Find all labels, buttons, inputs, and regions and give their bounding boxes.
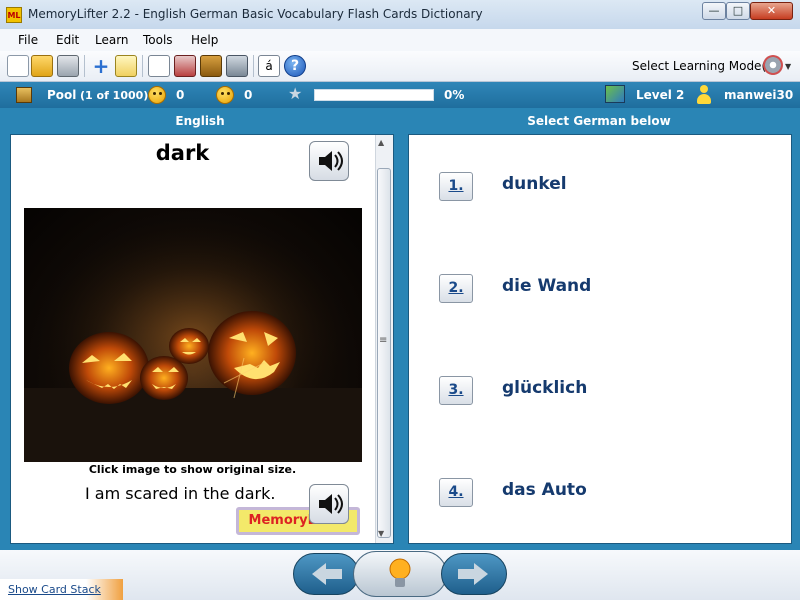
close-button[interactable]: ✕ xyxy=(750,2,793,20)
chevron-down-icon[interactable]: ▼ xyxy=(785,62,791,71)
answer-4-button[interactable]: 4. xyxy=(439,478,473,507)
answer-3-text[interactable]: glücklich xyxy=(502,378,587,398)
show-card-stack-link[interactable]: Show Card Stack xyxy=(8,583,101,596)
learning-mode-label[interactable]: Select Learning Mode(s) xyxy=(632,59,777,73)
smiley-happy-icon xyxy=(148,86,166,104)
minimize-button[interactable]: — xyxy=(702,2,726,20)
wrong-count: 0 xyxy=(244,88,253,102)
sentence-speaker-icon[interactable] xyxy=(309,484,349,524)
answer-4-text[interactable]: das Auto xyxy=(502,480,587,500)
question-word: dark xyxy=(155,141,210,165)
app-icon: ML xyxy=(6,7,22,23)
show-answer-button[interactable] xyxy=(353,551,447,597)
menu-tools[interactable]: Tools xyxy=(143,33,173,47)
pool-count: (1 of 1000) xyxy=(80,89,149,102)
scroll-thumb[interactable] xyxy=(377,168,391,538)
menu-learn[interactable]: Learn xyxy=(95,33,129,47)
answer-3-button[interactable]: 3. xyxy=(439,376,473,405)
example-sentence: I am scared in the dark. xyxy=(85,484,276,503)
open-icon[interactable] xyxy=(31,55,53,77)
answer-2-text[interactable]: die Wand xyxy=(502,276,591,296)
scroll-down-icon[interactable]: ▼ xyxy=(378,529,384,538)
print-icon[interactable] xyxy=(57,55,79,77)
progress-bar xyxy=(314,89,434,101)
toolbar-separator xyxy=(142,55,143,77)
card-image[interactable] xyxy=(24,208,362,462)
menu-edit[interactable]: Edit xyxy=(56,33,79,47)
toolbar-separator xyxy=(84,55,85,77)
user-name: manwei30 xyxy=(724,88,794,102)
scroll-grip-icon: ≡ xyxy=(379,335,388,346)
pool-icon xyxy=(16,87,32,103)
add-icon[interactable]: + xyxy=(90,55,112,77)
level-label: Level 2 xyxy=(636,88,685,102)
answer-2-button[interactable]: 2. xyxy=(439,274,473,303)
answer-1-button[interactable]: 1. xyxy=(439,172,473,201)
menu-file[interactable]: File xyxy=(18,33,38,47)
pool-label: Pool xyxy=(47,88,77,102)
maximize-button[interactable]: □ xyxy=(726,2,750,20)
right-count: 0 xyxy=(176,88,185,102)
level-icon xyxy=(605,85,625,103)
gear-icon[interactable] xyxy=(763,55,783,75)
new-icon[interactable] xyxy=(7,55,29,77)
smiley-sad-icon xyxy=(216,86,234,104)
speaker-icon[interactable] xyxy=(309,141,349,181)
progress-percent: 0% xyxy=(444,88,465,102)
presentation-icon[interactable] xyxy=(148,55,170,77)
menu-help[interactable]: Help xyxy=(191,33,218,47)
next-button[interactable] xyxy=(441,553,507,595)
toolbar-separator xyxy=(253,55,254,77)
dictionary-icon[interactable] xyxy=(200,55,222,77)
character-icon[interactable]: á xyxy=(258,55,280,77)
edit-icon[interactable] xyxy=(115,55,137,77)
window-title: MemoryLifter 2.2 - English German Basic … xyxy=(28,7,483,21)
answer-1-text[interactable]: dunkel xyxy=(502,174,567,194)
card-icon[interactable] xyxy=(174,55,196,77)
star-icon: ★ xyxy=(288,84,303,103)
user-icon xyxy=(696,85,712,104)
tools-icon[interactable] xyxy=(226,55,248,77)
previous-button[interactable] xyxy=(293,553,359,595)
answer-column-header: Select German below xyxy=(527,114,671,128)
question-column-header: English xyxy=(175,114,225,128)
scroll-up-icon[interactable]: ▲ xyxy=(378,138,384,147)
image-caption: Click image to show original size. xyxy=(88,463,297,476)
help-icon[interactable]: ? xyxy=(284,55,306,77)
